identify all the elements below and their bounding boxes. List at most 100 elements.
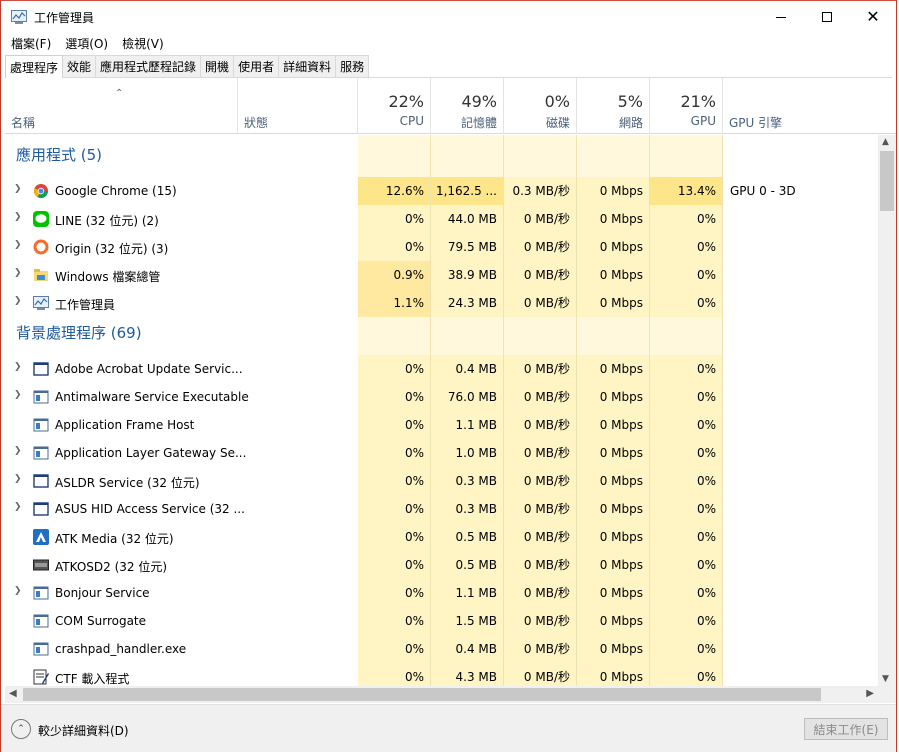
end-task-button[interactable]: 結束工作(E) bbox=[804, 718, 888, 740]
window-icon bbox=[33, 361, 49, 377]
header-gpu-label: GPU bbox=[690, 114, 716, 128]
folder-icon bbox=[33, 267, 49, 283]
cell-network: 0 Mbps bbox=[577, 261, 650, 289]
cell-gpu: 0% bbox=[650, 411, 723, 439]
process-list: 應用程式 (5) ❯ Google Chrome (15) 12.6% 1,162.5 … bbox=[5, 135, 878, 686]
table-row[interactable]: ❯ Bonjour Service 0% 1.1 MB 0 MB/秒 0 Mbps 0% bbox=[5, 579, 878, 607]
table-row[interactable]: Application Frame Host 0% 1.1 MB 0 MB/秒 0 Mb… bbox=[5, 411, 878, 439]
table-row[interactable]: ❯ Origin (32 位元) (3) 0% 79.5 MB 0 MB/秒 0 Mbps… bbox=[5, 233, 878, 261]
close-icon: ✕ bbox=[866, 7, 880, 26]
horizontal-scrollbar[interactable]: ◀ ▶ bbox=[5, 686, 878, 703]
cell-network: 0 Mbps bbox=[577, 551, 650, 579]
cell-cpu: 0% bbox=[358, 663, 431, 686]
cell-gpu: 0% bbox=[650, 467, 723, 495]
fewer-details-link[interactable]: 較少詳細資料(D) bbox=[38, 722, 129, 739]
chevron-right-icon[interactable]: ❯ bbox=[14, 502, 22, 512]
cell-memory: 1.5 MB bbox=[431, 607, 504, 635]
scroll-down-icon[interactable]: ▼ bbox=[882, 674, 889, 684]
table-row[interactable]: ❯ 工作管理員 1.1% 24.3 MB 0 MB/秒 0 Mbps 0% bbox=[5, 289, 878, 317]
menu-options[interactable]: 選項(O) bbox=[65, 35, 108, 52]
cell-disk: 0 MB/秒 bbox=[504, 551, 577, 579]
service-icon bbox=[33, 585, 49, 601]
cell-cpu: 0% bbox=[358, 551, 431, 579]
tab-services[interactable]: 服務 bbox=[335, 55, 370, 77]
horizontal-scroll-thumb[interactable] bbox=[23, 688, 821, 701]
cell-disk: 0 MB/秒 bbox=[504, 635, 577, 663]
process-name: Application Frame Host bbox=[55, 418, 195, 432]
tab-users[interactable]: 使用者 bbox=[233, 55, 280, 77]
table-row[interactable]: ❯ ASUS HID Access Service (32 ... 0% 0.3 MB… bbox=[5, 495, 878, 523]
maximize-button[interactable] bbox=[804, 1, 850, 33]
cell-gpu-engine: GPU 0 - 3D bbox=[730, 184, 796, 198]
header-cpu[interactable]: 22% CPU bbox=[358, 78, 431, 134]
cell-gpu: 0% bbox=[650, 205, 723, 233]
cell-memory: 76.0 MB bbox=[431, 383, 504, 411]
table-row[interactable]: ❯ Adobe Acrobat Update Servic... 0% 0.4 MB 0… bbox=[5, 355, 878, 383]
cell-memory: 44.0 MB bbox=[431, 205, 504, 233]
fewer-details-icon[interactable]: ⌃ bbox=[11, 719, 31, 739]
service-icon bbox=[33, 445, 49, 461]
chevron-right-icon[interactable]: ❯ bbox=[14, 446, 22, 456]
header-disk[interactable]: 0% 磁碟 bbox=[504, 78, 577, 134]
process-name: 工作管理員 bbox=[55, 298, 116, 312]
table-row[interactable]: ❯ Antimalware Service Executable 0% 76.0 MB… bbox=[5, 383, 878, 411]
table-row[interactable]: CTF 載入程式 0% 4.3 MB 0 MB/秒 0 Mbps 0% bbox=[5, 663, 878, 686]
vertical-scrollbar[interactable]: ▲ ▼ bbox=[878, 135, 896, 686]
chevron-right-icon[interactable]: ❯ bbox=[14, 390, 22, 400]
cell-network: 0 Mbps bbox=[577, 205, 650, 233]
tab-startup[interactable]: 開機 bbox=[200, 55, 235, 77]
tab-details[interactable]: 詳細資料 bbox=[278, 55, 337, 77]
menu-view[interactable]: 檢視(V) bbox=[122, 35, 164, 52]
table-row[interactable]: ❯ ASLDR Service (32 位元) 0% 0.3 MB 0 MB/秒 0 Mb… bbox=[5, 467, 878, 495]
minimize-button[interactable] bbox=[758, 1, 804, 33]
chevron-right-icon[interactable]: ❯ bbox=[14, 474, 22, 484]
cell-memory: 1.1 MB bbox=[431, 411, 504, 439]
cell-disk: 0 MB/秒 bbox=[504, 467, 577, 495]
service-icon bbox=[33, 417, 49, 433]
tab-processes[interactable]: 處理程序 bbox=[5, 55, 64, 78]
cell-memory: 0.4 MB bbox=[431, 355, 504, 383]
menu-bar: 檔案(F) 選項(O) 檢視(V) bbox=[11, 35, 164, 52]
chevron-right-icon[interactable]: ❯ bbox=[14, 212, 22, 222]
chevron-right-icon[interactable]: ❯ bbox=[14, 268, 22, 278]
table-row[interactable]: crashpad_handler.exe 0% 0.4 MB 0 MB/秒 0 Mbps… bbox=[5, 635, 878, 663]
chevron-right-icon[interactable]: ❯ bbox=[14, 296, 22, 306]
header-name[interactable]: 名稱 bbox=[5, 78, 238, 134]
header-gpu[interactable]: 21% GPU bbox=[650, 78, 723, 134]
scroll-left-icon[interactable]: ◀ bbox=[9, 688, 17, 699]
tab-performance[interactable]: 效能 bbox=[62, 55, 97, 77]
table-row[interactable]: ATK Media (32 位元) 0% 0.5 MB 0 MB/秒 0 Mbps 0% bbox=[5, 523, 878, 551]
table-row[interactable]: COM Surrogate 0% 1.5 MB 0 MB/秒 0 Mbps 0% bbox=[5, 607, 878, 635]
task-manager-app-icon bbox=[11, 10, 27, 24]
cell-gpu: 0% bbox=[650, 635, 723, 663]
close-button[interactable]: ✕ bbox=[850, 1, 896, 33]
header-network[interactable]: 5% 網路 bbox=[577, 78, 650, 134]
header-name-label: 名稱 bbox=[11, 116, 36, 130]
table-row[interactable]: ❯ Google Chrome (15) 12.6% 1,162.5 ... 0.3 M… bbox=[5, 177, 878, 205]
cell-network: 0 Mbps bbox=[577, 523, 650, 551]
cell-network: 0 Mbps bbox=[577, 411, 650, 439]
chevron-right-icon[interactable]: ❯ bbox=[14, 240, 22, 250]
column-header: ⌃ 名稱 狀態 22% CPU 49% 記憶體 0% 磁碟 5% 網路 21% … bbox=[5, 78, 896, 134]
scroll-right-icon[interactable]: ▶ bbox=[866, 688, 874, 699]
chevron-right-icon[interactable]: ❯ bbox=[14, 362, 22, 372]
table-row[interactable]: ❯ Windows 檔案總管 0.9% 38.9 MB 0 MB/秒 0 Mbps 0% bbox=[5, 261, 878, 289]
menu-file[interactable]: 檔案(F) bbox=[11, 35, 51, 52]
cell-memory: 38.9 MB bbox=[431, 261, 504, 289]
header-gpu-engine[interactable]: GPU 引擎 bbox=[723, 78, 878, 134]
table-row[interactable]: ATKOSD2 (32 位元) 0% 0.5 MB 0 MB/秒 0 Mbps 0% bbox=[5, 551, 878, 579]
tab-app-history[interactable]: 應用程式歷程記錄 bbox=[95, 55, 202, 77]
cell-memory: 79.5 MB bbox=[431, 233, 504, 261]
chevron-right-icon[interactable]: ❯ bbox=[14, 184, 22, 194]
header-memory[interactable]: 49% 記憶體 bbox=[431, 78, 504, 134]
cell-cpu: 0.9% bbox=[358, 261, 431, 289]
table-row[interactable]: ❯ LINE (32 位元) (2) 0% 44.0 MB 0 MB/秒 0 Mbps 0% bbox=[5, 205, 878, 233]
cell-cpu: 0% bbox=[358, 607, 431, 635]
cell-network: 0 Mbps bbox=[577, 289, 650, 317]
vertical-scroll-thumb[interactable] bbox=[880, 151, 894, 211]
process-name: ATK Media (32 位元) bbox=[55, 532, 174, 546]
header-status[interactable]: 狀態 bbox=[238, 78, 358, 134]
chevron-right-icon[interactable]: ❯ bbox=[14, 586, 22, 596]
table-row[interactable]: ❯ Application Layer Gateway Se... 0% 1.0 MB… bbox=[5, 439, 878, 467]
scroll-up-icon[interactable]: ▲ bbox=[882, 137, 889, 147]
